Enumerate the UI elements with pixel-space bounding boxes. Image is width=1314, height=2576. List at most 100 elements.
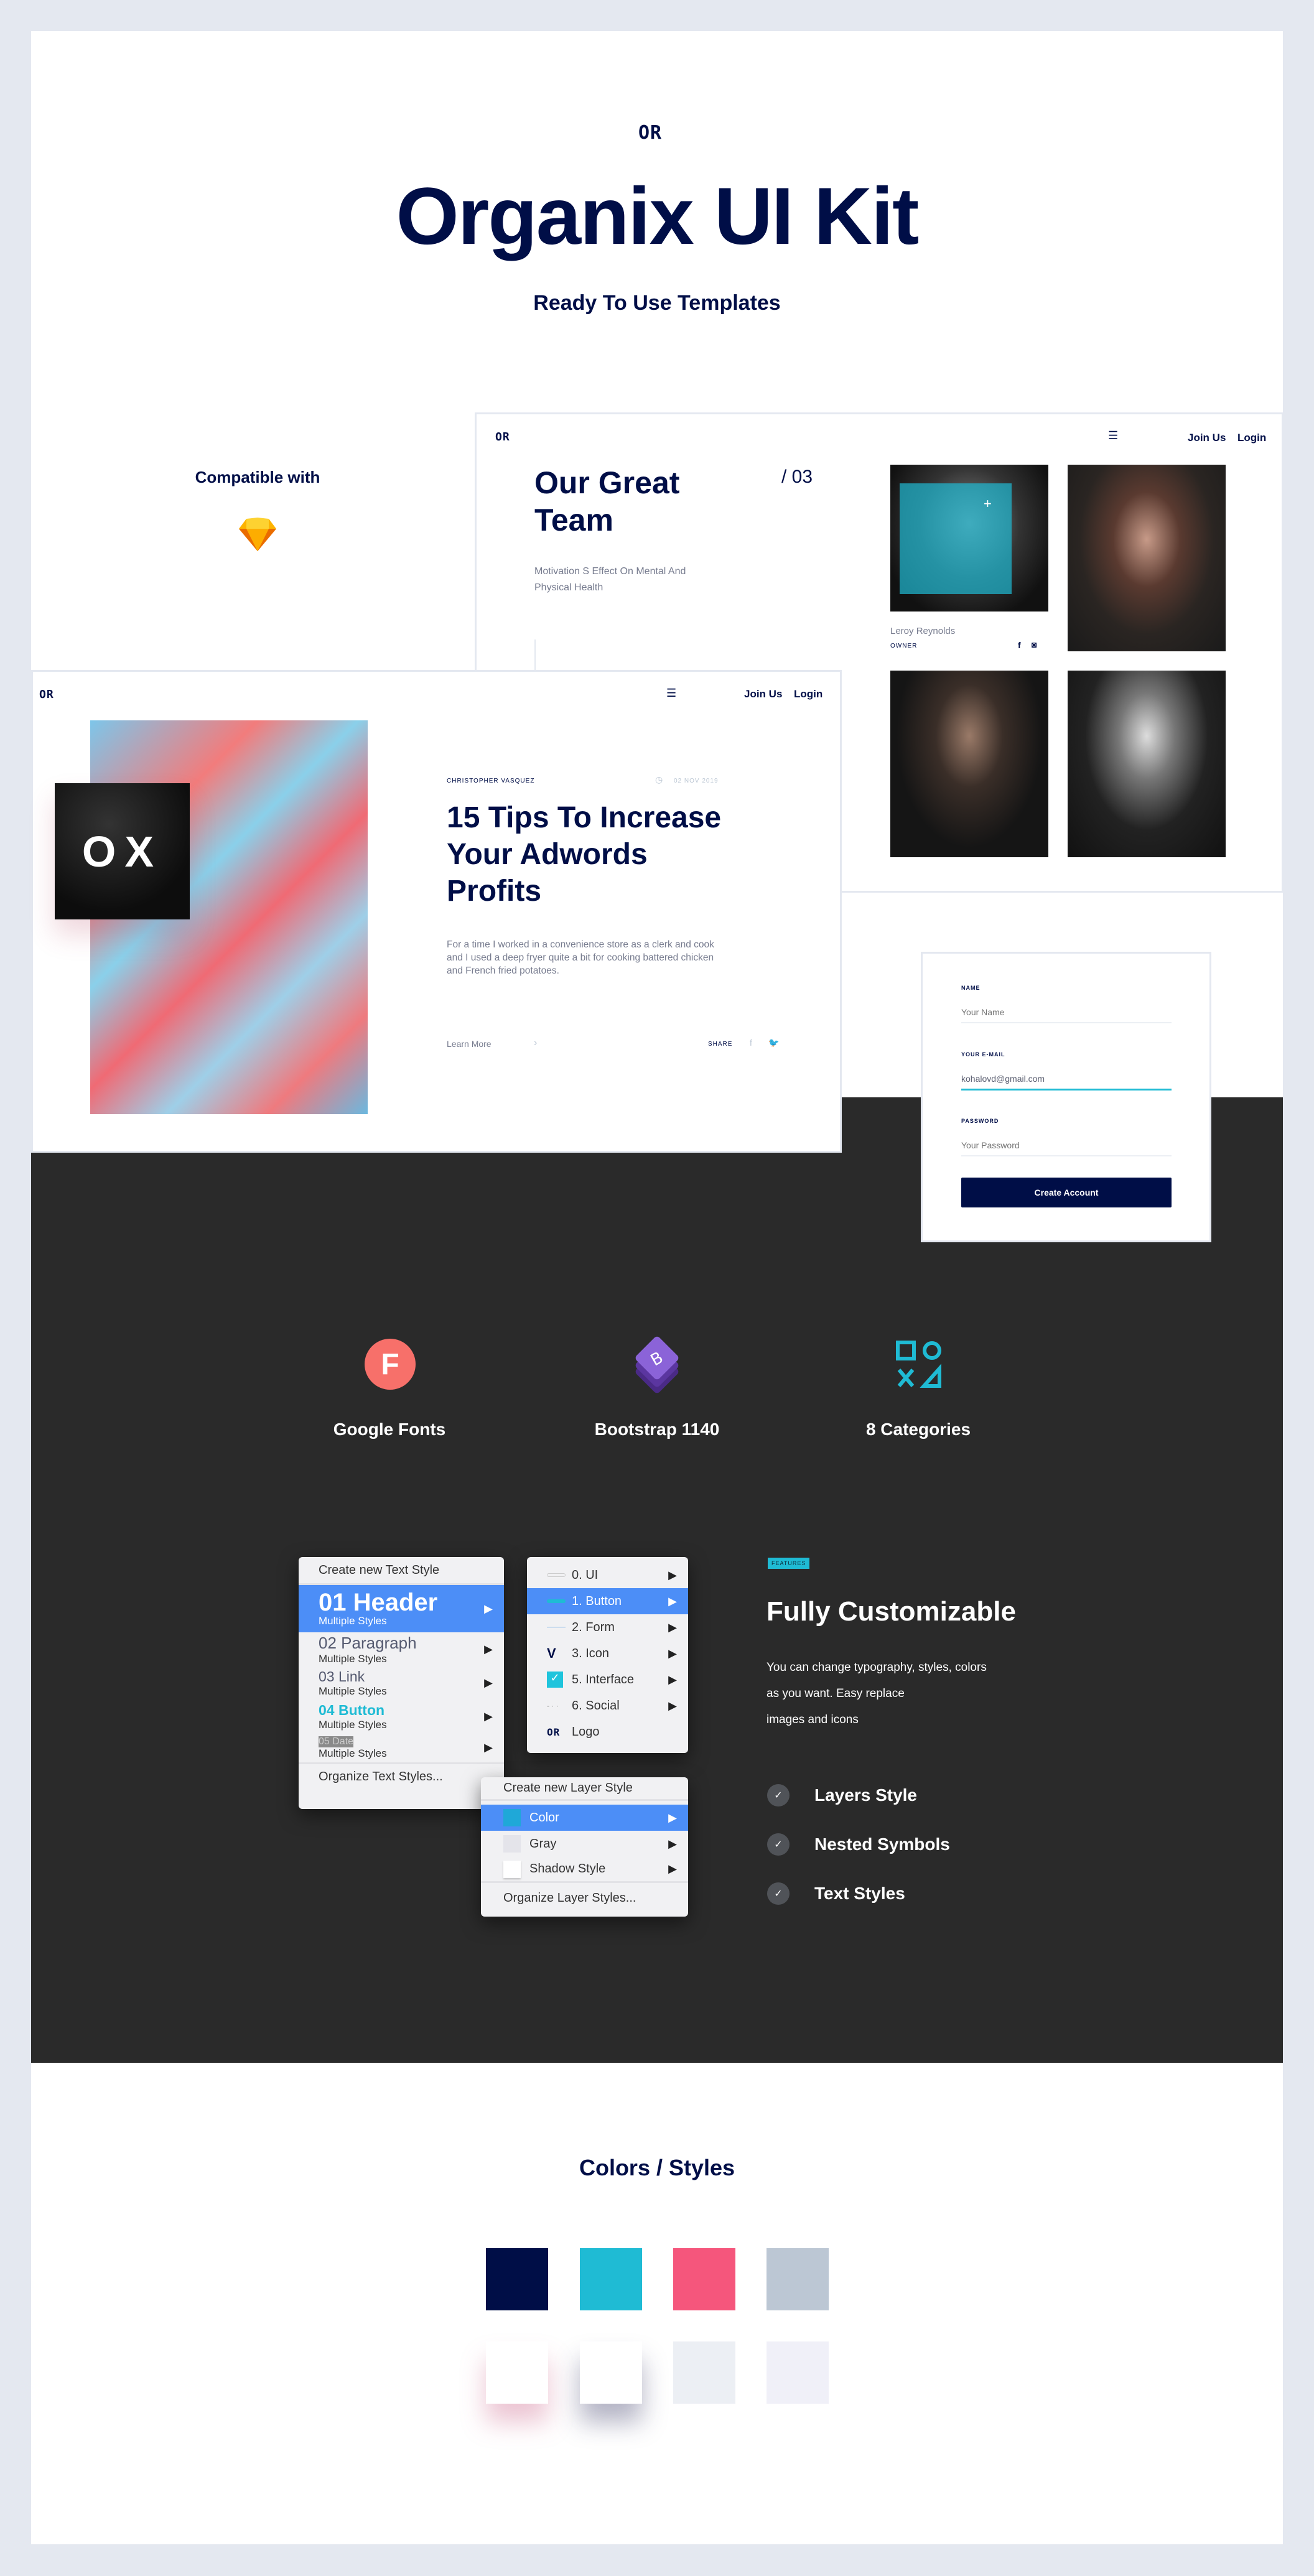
join-us-link[interactable]: Join Us (744, 688, 782, 700)
layer-styles-menu: Create new Layer Style Color ▶ Gray ▶ Shad… (481, 1777, 688, 1917)
post-date: 02 NOV 2019 (674, 778, 719, 784)
check-icon: ✓ (767, 1784, 790, 1806)
text-style-item[interactable]: 01 Header Multiple Styles ▶ (299, 1585, 504, 1632)
feature-label: Bootstrap 1140 (594, 1420, 720, 1439)
shadow-swatch-icon (503, 1860, 521, 1878)
text-style-item[interactable]: 05 Date Multiple Styles ▶ (299, 1733, 504, 1764)
button-icon (547, 1599, 566, 1603)
create-account-button[interactable]: Create Account (961, 1178, 1172, 1207)
text-style-item[interactable]: 04 Button Multiple Styles ▶ (299, 1700, 504, 1733)
symbol-item[interactable]: OR Logo (527, 1719, 688, 1745)
layer-style-item[interactable]: Shadow Style ▶ (481, 1857, 688, 1883)
menu-label: Create new Layer Style (503, 1781, 633, 1795)
twitter-icon[interactable]: 🐦 (768, 1038, 779, 1048)
caret-right-icon: ▶ (484, 1676, 493, 1689)
join-us-link[interactable]: Join Us (1188, 432, 1226, 444)
bootstrap-icon: B (635, 1336, 679, 1393)
post-body-line: and I used a deep fryer quite a bit for … (447, 952, 714, 963)
team-photo[interactable] (1068, 671, 1226, 857)
facebook-icon[interactable]: f (1018, 640, 1021, 650)
color-swatch (580, 2341, 642, 2404)
symbol-item[interactable]: 1. Button ▶ (527, 1588, 688, 1614)
author-name: CHRISTOPHER VASQUEZ (447, 778, 535, 784)
team-photo[interactable]: + (890, 465, 1048, 611)
instagram-icon[interactable]: ◙ (1032, 639, 1037, 649)
feature-check-label: Text Styles (814, 1884, 905, 1903)
layer-style-item[interactable]: Color ▶ (481, 1805, 688, 1831)
feature-check-label: Nested Symbols (814, 1834, 950, 1854)
menu-label: Gray (529, 1836, 557, 1851)
team-logo: OR (495, 430, 510, 444)
menu-label: 5. Interface (572, 1672, 635, 1686)
share-label: SHARE (708, 1041, 733, 1048)
learn-more-link[interactable]: Learn More (447, 1039, 492, 1049)
symbol-item[interactable]: V 3. Icon ▶ (527, 1640, 688, 1667)
color-swatch (486, 2248, 548, 2310)
menu-label: 6. Social (572, 1698, 620, 1713)
symbol-item[interactable]: - · · 6. Social ▶ (527, 1693, 688, 1719)
social-icon: - · · (547, 1701, 559, 1710)
caret-right-icon: ▶ (484, 1602, 493, 1615)
caret-right-icon: ▶ (668, 1647, 677, 1660)
ox-badge: OX (55, 783, 190, 919)
clock-icon: ◷ (655, 774, 663, 784)
team-photo[interactable] (890, 671, 1048, 857)
menu-label: 04 Button (319, 1701, 385, 1718)
menu-label: 3. Icon (572, 1646, 610, 1660)
color-swatch-icon (503, 1809, 521, 1826)
layer-style-item[interactable]: Gray ▶ (481, 1831, 688, 1857)
caret-right-icon: ▶ (668, 1862, 677, 1875)
name-input[interactable] (961, 1002, 1172, 1023)
menu-label: 05 Date (319, 1736, 354, 1747)
ui-icon (547, 1573, 566, 1577)
menu-label: 01 Header (319, 1589, 438, 1616)
google-fonts-icon: F (365, 1339, 416, 1390)
chevron-right-icon[interactable]: › (534, 1038, 537, 1049)
menu-sublabel: Multiple Styles (319, 1718, 387, 1731)
menu-label: 03 Link (319, 1668, 365, 1685)
symbol-item[interactable]: ✓ 5. Interface ▶ (527, 1667, 688, 1693)
customize-title: Fully Customizable (766, 1596, 1016, 1627)
menu-sublabel: Multiple Styles (319, 1747, 387, 1759)
organize-layer-styles-item[interactable]: Organize Layer Styles... (481, 1883, 688, 1913)
create-layer-style-item[interactable]: Create new Layer Style (481, 1777, 688, 1801)
post-title-line: Your Adwords (447, 838, 648, 871)
categories-icon (896, 1341, 941, 1388)
caret-right-icon: ▶ (668, 1673, 677, 1686)
symbol-item[interactable]: 2. Form ▶ (527, 1614, 688, 1640)
symbol-item[interactable]: 0. UI ▶ (527, 1562, 688, 1588)
email-label: YOUR E-MAIL (961, 1051, 1005, 1058)
color-swatch (766, 2341, 829, 2404)
email-input[interactable] (961, 1068, 1172, 1090)
facebook-icon[interactable]: f (750, 1038, 752, 1048)
caret-right-icon: ▶ (668, 1620, 677, 1634)
menu-label: 0. UI (572, 1568, 599, 1582)
menu-label: Organize Layer Styles... (503, 1890, 636, 1905)
signup-form: NAME YOUR E-MAIL PASSWORD Create Account (921, 952, 1211, 1242)
login-link[interactable]: Login (1237, 432, 1266, 444)
menu-icon[interactable]: ☰ (666, 687, 676, 700)
color-swatch (766, 2248, 829, 2310)
chevron-down-icon: V (547, 1645, 556, 1661)
customize-body-line: as you want. Easy replace (766, 1687, 905, 1700)
caret-right-icon: ▶ (484, 1709, 493, 1723)
compatible-label: Compatible with (195, 468, 320, 486)
create-text-style-item[interactable]: Create new Text Style (299, 1557, 504, 1585)
check-icon: ✓ (767, 1833, 790, 1856)
customize-body-line: You can change typography, styles, color… (766, 1661, 987, 1674)
password-label: PASSWORD (961, 1118, 999, 1124)
menu-label: Shadow Style (529, 1862, 606, 1876)
password-input[interactable] (961, 1135, 1172, 1156)
team-description-line: Motivation S Effect On Mental And (534, 566, 686, 577)
text-style-item[interactable]: 03 Link Multiple Styles ▶ (299, 1666, 504, 1700)
plus-icon[interactable]: + (984, 496, 992, 512)
text-styles-menu: Create new Text Style 01 Header Multiple … (299, 1557, 504, 1809)
member-name: Leroy Reynolds (890, 626, 956, 636)
team-photo[interactable] (1068, 465, 1226, 651)
login-link[interactable]: Login (794, 688, 822, 700)
menu-icon[interactable]: ☰ (1108, 429, 1118, 442)
text-style-item[interactable]: 02 Paragraph Multiple Styles ▶ (299, 1632, 504, 1666)
menu-sublabel: Multiple Styles (319, 1652, 387, 1665)
post-body-line: and French fried potatoes. (447, 965, 559, 976)
organize-text-styles-item[interactable]: Organize Text Styles... (299, 1764, 504, 1789)
